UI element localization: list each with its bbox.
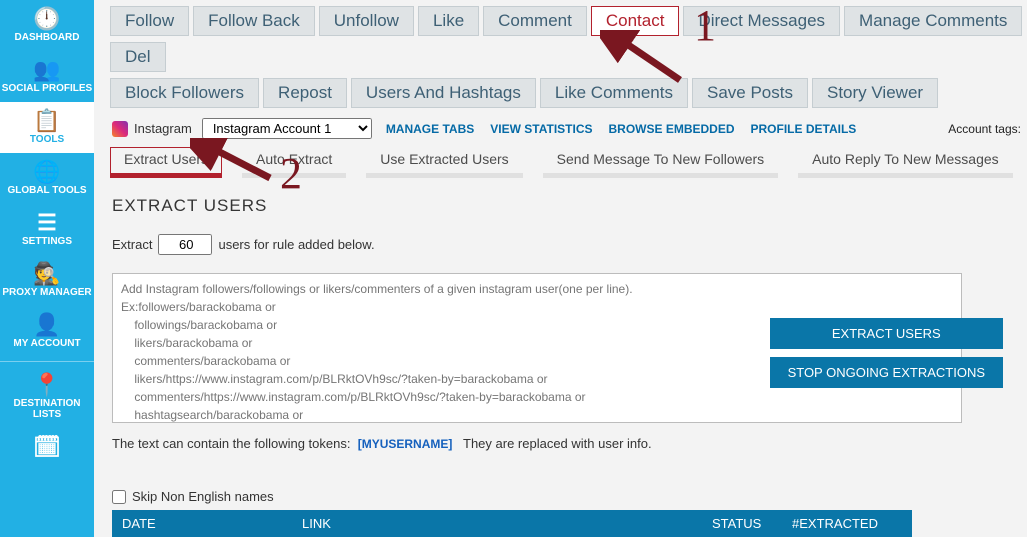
tokens-row: The text can contain the following token… <box>112 436 1001 451</box>
tab-manage-comments[interactable]: Manage Comments <box>844 6 1022 36</box>
user-icon: 👤 <box>0 314 94 336</box>
calendar-icon: 🗓 <box>0 436 94 458</box>
page-title: EXTRACT USERS <box>112 196 1001 216</box>
account-bar: Instagram Instagram Account 1 MANAGE TAB… <box>94 114 1027 145</box>
clipboard-icon: 📋 <box>0 110 94 132</box>
tab-follow-back[interactable]: Follow Back <box>193 6 315 36</box>
extract-users-button[interactable]: EXTRACT USERS <box>770 318 1003 349</box>
sliders-icon: ☰ <box>0 212 94 234</box>
link-view-statistics[interactable]: VIEW STATISTICS <box>490 122 592 136</box>
table-header: DATE LINK STATUS #EXTRACTED <box>112 510 912 537</box>
account-tags-label: Account tags: <box>948 122 1021 136</box>
stop-extractions-button[interactable]: STOP ONGOING EXTRACTIONS <box>770 357 1003 388</box>
sidebar-item-my-account[interactable]: 👤MY ACCOUNT <box>0 306 94 357</box>
col-date: DATE <box>112 510 292 537</box>
tab-repost[interactable]: Repost <box>263 78 347 108</box>
col-extracted: #EXTRACTED <box>782 510 902 537</box>
tab-unfollow[interactable]: Unfollow <box>319 6 414 36</box>
pin-icon: 📍 <box>0 374 94 396</box>
tab-del[interactable]: Del <box>110 42 166 72</box>
sidebar-item-tools[interactable]: 📋TOOLS <box>0 102 94 153</box>
gauge-icon: 🕛 <box>0 8 94 30</box>
tab-follow[interactable]: Follow <box>110 6 189 36</box>
tab-users-hashtags[interactable]: Users And Hashtags <box>351 78 536 108</box>
sidebar-item-social-profiles[interactable]: 👥SOCIAL PROFILES <box>0 51 94 102</box>
sidebar-item-more[interactable]: 🗓 <box>0 428 94 468</box>
link-browse-embedded[interactable]: BROWSE EMBEDDED <box>609 122 735 136</box>
subtab-extract-users[interactable]: Extract Users <box>110 147 222 178</box>
subtab-use-extracted[interactable]: Use Extracted Users <box>366 147 522 178</box>
sidebar: 🕛DASHBOARD 👥SOCIAL PROFILES 📋TOOLS 🌐GLOB… <box>0 0 94 537</box>
skip-row: Skip Non English names <box>112 489 1001 504</box>
rule-row: Extract users for rule added below. <box>112 234 1001 255</box>
link-profile-details[interactable]: PROFILE DETAILS <box>751 122 857 136</box>
token-myusername: [MYUSERNAME] <box>358 437 453 451</box>
sidebar-item-settings[interactable]: ☰SETTINGS <box>0 204 94 255</box>
spy-icon: 🕵 <box>0 263 94 285</box>
skip-non-english-checkbox[interactable] <box>112 490 126 504</box>
platform-label: Instagram <box>134 121 192 136</box>
sidebar-item-dashboard[interactable]: 🕛DASHBOARD <box>0 0 94 51</box>
tab-story-viewer[interactable]: Story Viewer <box>812 78 938 108</box>
tab-block-followers[interactable]: Block Followers <box>110 78 259 108</box>
link-manage-tabs[interactable]: MANAGE TABS <box>386 122 474 136</box>
globe-icon: 🌐 <box>0 161 94 183</box>
divider <box>0 361 94 362</box>
col-status: STATUS <box>702 510 782 537</box>
sidebar-item-proxy-manager[interactable]: 🕵PROXY MANAGER <box>0 255 94 306</box>
col-link: LINK <box>292 510 702 537</box>
subtabs: Extract Users Auto Extract Use Extracted… <box>94 145 1027 178</box>
extract-count-input[interactable] <box>158 234 212 255</box>
account-select[interactable]: Instagram Account 1 <box>202 118 372 139</box>
action-buttons: EXTRACT USERS STOP ONGOING EXTRACTIONS <box>770 318 1003 388</box>
subtab-auto-reply[interactable]: Auto Reply To New Messages <box>798 147 1013 178</box>
tab-save-posts[interactable]: Save Posts <box>692 78 808 108</box>
results-table: DATE LINK STATUS #EXTRACTED <box>112 510 912 537</box>
tab-like-comments[interactable]: Like Comments <box>540 78 688 108</box>
profiles-icon: 👥 <box>0 59 94 81</box>
tab-direct-messages[interactable]: Direct Messages <box>683 6 840 36</box>
sidebar-item-global-tools[interactable]: 🌐GLOBAL TOOLS <box>0 153 94 204</box>
tab-comment[interactable]: Comment <box>483 6 587 36</box>
tab-contact[interactable]: Contact <box>591 6 680 36</box>
instagram-icon <box>112 121 128 137</box>
main: Follow Follow Back Unfollow Like Comment… <box>94 0 1027 537</box>
subtab-auto-extract[interactable]: Auto Extract <box>242 147 346 178</box>
sidebar-item-destination-lists[interactable]: 📍DESTINATION LISTS <box>0 366 94 428</box>
top-tabs: Follow Follow Back Unfollow Like Comment… <box>94 0 1027 114</box>
tab-like[interactable]: Like <box>418 6 479 36</box>
subtab-send-new-followers[interactable]: Send Message To New Followers <box>543 147 779 178</box>
